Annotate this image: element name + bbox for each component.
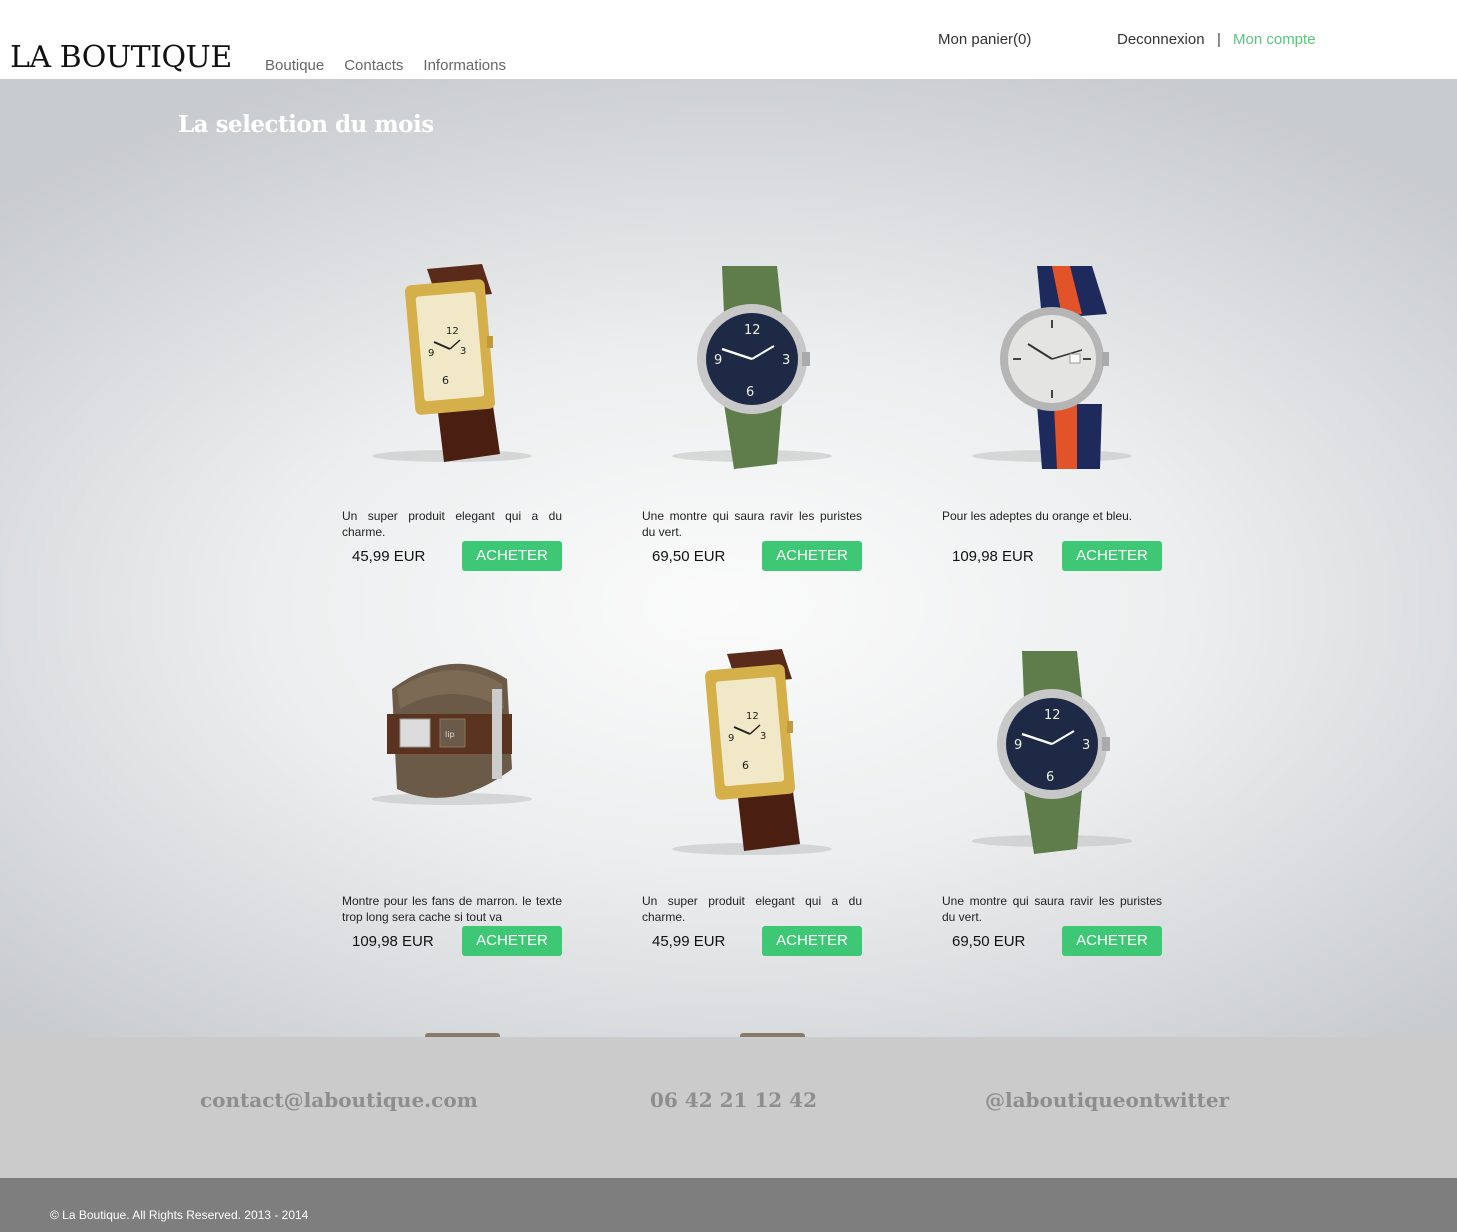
main-content: La selection du mois 12 3 9 6 Un super p… bbox=[0, 79, 1457, 1037]
cart-link[interactable]: Mon panier(0) bbox=[938, 31, 1031, 48]
svg-text:12: 12 bbox=[1044, 708, 1061, 723]
section-title: La selection du mois bbox=[178, 111, 434, 138]
svg-text:6: 6 bbox=[742, 759, 749, 772]
product-price: 69,50 EUR bbox=[952, 933, 1026, 950]
nav-informations[interactable]: Informations bbox=[423, 57, 506, 74]
green-strap-watch-icon[interactable]: 12 3 9 6 bbox=[942, 649, 1162, 869]
site-logo[interactable]: LA BOUTIQUE bbox=[10, 40, 232, 75]
site-footer: contact@laboutique.com 06 42 21 12 42 @l… bbox=[0, 1037, 1457, 1178]
svg-text:9: 9 bbox=[428, 348, 434, 359]
product-price: 45,99 EUR bbox=[652, 933, 726, 950]
product-price: 109,98 EUR bbox=[952, 548, 1034, 565]
svg-text:9: 9 bbox=[714, 353, 722, 368]
header-separator: | bbox=[1217, 31, 1221, 48]
svg-text:lip: lip bbox=[445, 730, 455, 739]
svg-text:6: 6 bbox=[442, 374, 449, 387]
svg-text:9: 9 bbox=[728, 733, 734, 744]
product-price: 69,50 EUR bbox=[652, 548, 726, 565]
buy-button[interactable]: ACHETER bbox=[1062, 541, 1162, 571]
copyright-bar: © La Boutique. All Rights Reserved. 2013… bbox=[0, 1178, 1457, 1232]
orange-blue-strap-watch-icon[interactable] bbox=[942, 264, 1162, 484]
buy-button[interactable]: ACHETER bbox=[462, 926, 562, 956]
logout-link[interactable]: Deconnexion bbox=[1117, 31, 1205, 48]
product-price: 45,99 EUR bbox=[352, 548, 426, 565]
svg-text:9: 9 bbox=[1014, 738, 1022, 753]
gold-rectangular-watch-icon[interactable]: 12 3 9 6 bbox=[342, 264, 562, 484]
product-description: Pour les adeptes du orange et bleu. bbox=[942, 509, 1133, 523]
product-description: Un super produit elegant qui a du charme… bbox=[342, 509, 562, 539]
buy-button[interactable]: ACHETER bbox=[1062, 926, 1162, 956]
svg-text:6: 6 bbox=[1046, 770, 1054, 785]
product-description: Une montre qui saura ravir les puristes … bbox=[942, 894, 1162, 924]
gold-rectangular-watch-icon[interactable]: 12 3 9 6 bbox=[642, 649, 862, 869]
svg-text:12: 12 bbox=[746, 711, 759, 722]
product-price: 109,98 EUR bbox=[352, 933, 434, 950]
svg-text:12: 12 bbox=[446, 326, 459, 337]
svg-text:12: 12 bbox=[744, 323, 761, 338]
product-description: Montre pour les fans de marron. le texte… bbox=[342, 894, 562, 924]
svg-text:3: 3 bbox=[782, 353, 790, 368]
buy-button[interactable]: ACHETER bbox=[762, 926, 862, 956]
product-description: Un super produit elegant qui a du charme… bbox=[642, 894, 862, 924]
green-strap-watch-icon[interactable]: 12 3 9 6 bbox=[642, 264, 862, 484]
buy-button[interactable]: ACHETER bbox=[762, 541, 862, 571]
footer-phone[interactable]: 06 42 21 12 42 bbox=[650, 1088, 817, 1112]
svg-text:6: 6 bbox=[746, 385, 754, 400]
nav-boutique[interactable]: Boutique bbox=[265, 57, 324, 74]
nav-contacts[interactable]: Contacts bbox=[344, 57, 403, 74]
brown-cuff-watch-icon[interactable]: lip bbox=[342, 649, 562, 869]
svg-text:3: 3 bbox=[1082, 738, 1090, 753]
footer-twitter[interactable]: @laboutiqueontwitter bbox=[985, 1088, 1229, 1112]
account-link[interactable]: Mon compte bbox=[1233, 31, 1316, 48]
footer-email[interactable]: contact@laboutique.com bbox=[200, 1088, 478, 1112]
copyright-text: © La Boutique. All Rights Reserved. 2013… bbox=[50, 1208, 309, 1222]
svg-text:3: 3 bbox=[760, 731, 766, 742]
site-header: LA BOUTIQUE Boutique Contacts Informatio… bbox=[0, 0, 1457, 79]
product-description: Une montre qui saura ravir les puristes … bbox=[642, 509, 862, 539]
svg-text:3: 3 bbox=[460, 346, 466, 357]
main-nav: Boutique Contacts Informations bbox=[265, 57, 506, 74]
buy-button[interactable]: ACHETER bbox=[462, 541, 562, 571]
